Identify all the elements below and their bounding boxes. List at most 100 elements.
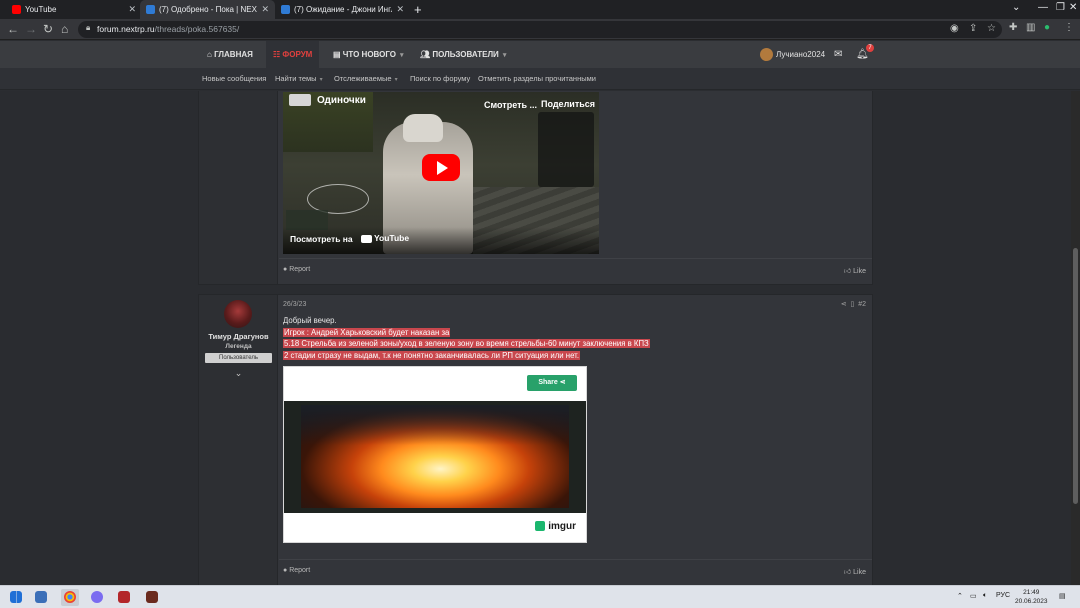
nav-home[interactable]: ⌂ ГЛАВНАЯ (200, 41, 260, 68)
app-icon (118, 591, 130, 603)
tray-chevron-icon[interactable]: ⌃ (957, 592, 963, 600)
minimize-icon[interactable]: — (1038, 2, 1048, 13)
post-number[interactable]: #2 (858, 301, 866, 308)
youtube-embed[interactable]: Одиночки Смотреть ... Поделиться Посмотр… (283, 92, 599, 254)
inbox-icon[interactable]: ✉ (834, 41, 842, 68)
bookmark-star-icon[interactable]: ☆ (987, 23, 996, 34)
post-1: Одиночки Смотреть ... Поделиться Посмотр… (198, 91, 873, 285)
post-actions: ⋖ ▯ #2 (841, 300, 866, 308)
notifications-icon[interactable]: ▤ (1059, 592, 1066, 600)
video-share-button[interactable]: Поделиться (541, 99, 595, 109)
discord-icon (91, 591, 103, 603)
taskbar-app-1[interactable] (32, 589, 50, 606)
play-button-icon[interactable] (422, 154, 460, 181)
chevron-down-icon: ▾ (400, 52, 404, 59)
subnav-new-posts[interactable]: Новые сообщения (202, 68, 266, 90)
share-icon[interactable]: ⋖ (841, 301, 849, 308)
extensions-icon[interactable]: ✚ (1009, 22, 1017, 33)
post-body: Добрый вечер. Игрок : Андрей Харьковский… (283, 315, 650, 361)
browser-tab-strip: YouTube ✕ (7) Одобрено - Пока | NEXTRP ✕… (0, 0, 1080, 19)
nextrp-favicon-icon (281, 5, 290, 14)
avatar[interactable] (224, 300, 252, 328)
windows-logo-icon (10, 591, 22, 603)
network-icon[interactable]: ▭ (970, 592, 977, 600)
profile-avatar-icon[interactable]: ● (1044, 22, 1050, 33)
windows-taskbar: ⌃ ▭ 🔈︎ РУС 21:49 20.06.2023 ▤ (0, 585, 1080, 608)
post-author-name[interactable]: Тимур Драгунов (199, 332, 278, 341)
subnav-watched[interactable]: Отслеживаемые ▾ (334, 68, 398, 90)
imgur-icon (535, 521, 546, 532)
imgur-logo[interactable]: imgur (535, 521, 576, 532)
taskbar-app-4[interactable] (115, 589, 133, 606)
game-hud-panel (538, 112, 594, 187)
watch-on-youtube-link[interactable]: Посмотреть на (290, 234, 353, 244)
thread-content: Одиночки Смотреть ... Поделиться Посмотр… (0, 91, 1071, 585)
taskbar-app-5[interactable] (143, 589, 161, 606)
start-button[interactable] (7, 589, 25, 606)
tab-nextrp-2[interactable]: (7) Ожидание - Джони Инглиш ✕ (275, 0, 410, 19)
account-menu[interactable]: Лучиано2024 (760, 41, 825, 68)
address-bar[interactable]: 🔒︎ forum.nextrp.ru/threads/poka.567635/ … (78, 21, 1002, 38)
users-icon: 👥︎ (420, 50, 433, 59)
back-icon[interactable]: ← (7, 22, 19, 36)
tab-title: (7) Одобрено - Пока | NEXTRP (159, 5, 257, 14)
tab-youtube[interactable]: YouTube ✕ (6, 0, 142, 19)
highlighted-line: 2 стадии стразу не выдам, т.к не понятно… (283, 350, 581, 360)
report-link[interactable]: ● Report (283, 266, 310, 273)
nav-forum[interactable]: ☷ ФОРУМ (266, 41, 320, 68)
user-group-badge: Пользователь (205, 353, 272, 363)
close-window-icon[interactable]: ✕ (1069, 2, 1077, 13)
close-tab-icon[interactable]: ✕ (396, 4, 404, 15)
sidepanel-icon[interactable]: ▥ (1026, 22, 1035, 33)
video-title[interactable]: Одиночки (317, 95, 366, 106)
channel-avatar (289, 94, 311, 106)
new-tab-button[interactable]: + (414, 2, 422, 17)
post-date[interactable]: 26/3/23 (283, 301, 306, 308)
taskbar-discord[interactable] (88, 589, 106, 606)
imgur-share-button[interactable]: Share ⋖ (527, 375, 577, 391)
nav-users[interactable]: 👥︎ ПОЛЬЗОВАТЕЛИ ▾ (413, 41, 513, 68)
post-2: Тимур Драгунов Легенда Пользователь ⌄ 26… (198, 294, 873, 585)
browser-menu-icon[interactable]: ⋮ (1064, 22, 1074, 33)
watch-later-button[interactable]: Смотреть ... (484, 100, 537, 110)
close-tab-icon[interactable]: ✕ (128, 4, 136, 15)
report-link[interactable]: ● Report (283, 567, 310, 574)
chevron-down-icon: ▾ (319, 77, 323, 83)
close-tab-icon[interactable]: ✕ (261, 4, 269, 15)
system-clock[interactable]: 21:49 20.06.2023 (1015, 588, 1048, 606)
tab-title: YouTube (25, 5, 57, 14)
forum-icon: ☷ (273, 50, 283, 59)
taskbar-chrome[interactable] (61, 589, 79, 606)
thumbs-up-icon: 👍︎ (843, 268, 854, 275)
sub-nav: Новые сообщения Найти темы ▾ Отслеживаемы… (0, 68, 1080, 90)
volume-icon[interactable]: 🔈︎ (983, 592, 987, 600)
maximize-icon[interactable]: ❐ (1056, 2, 1065, 13)
subnav-search-forum[interactable]: Поиск по форуму (410, 68, 470, 90)
forum-nav: ⌂ ГЛАВНАЯ ☷ ФОРУМ ▤ ЧТО НОВОГО ▾ 👥︎ ПОЛЬЗ… (0, 41, 1080, 68)
imgur-image[interactable] (284, 401, 586, 513)
browser-toolbar: ← → ↻ ⌂ 🔒︎ forum.nextrp.ru/threads/poka.… (0, 19, 1080, 40)
imgur-embed[interactable]: Share ⋖ imgur (283, 366, 587, 543)
home-browser-icon[interactable]: ⌂ (61, 22, 68, 36)
subnav-mark-read[interactable]: Отметить разделы прочитанными (478, 68, 596, 90)
chevron-down-icon[interactable]: ⌄ (199, 368, 278, 379)
share-icon: ⋖ (559, 379, 566, 386)
like-button[interactable]: 👍︎ Like (844, 567, 866, 576)
subnav-find-threads[interactable]: Найти темы ▾ (275, 68, 323, 90)
share-page-icon[interactable]: ⇪ (969, 23, 977, 34)
google-lens-icon[interactable]: ◉ (950, 23, 959, 34)
tab-search-icon[interactable]: ⌄ (1012, 2, 1020, 13)
like-button[interactable]: 👍︎ Like (844, 266, 866, 275)
thumbs-up-icon: 👍︎ (843, 569, 854, 576)
nextrp-favicon-icon (146, 5, 155, 14)
tab-nextrp-active[interactable]: (7) Одобрено - Пока | NEXTRP ✕ (140, 0, 275, 19)
youtube-logo[interactable]: YouTube (361, 233, 409, 243)
chevron-down-icon: ▾ (394, 77, 398, 83)
input-language[interactable]: РУС (996, 592, 1010, 599)
scrollbar-thumb[interactable] (1073, 248, 1078, 504)
bookmark-icon[interactable]: ▯ (849, 301, 859, 308)
forward-icon[interactable]: → (25, 22, 37, 36)
nav-whats-new[interactable]: ▤ ЧТО НОВОГО ▾ (326, 41, 411, 68)
tab-title: (7) Ожидание - Джони Инглиш (294, 5, 392, 14)
reload-icon[interactable]: ↻ (43, 22, 53, 36)
